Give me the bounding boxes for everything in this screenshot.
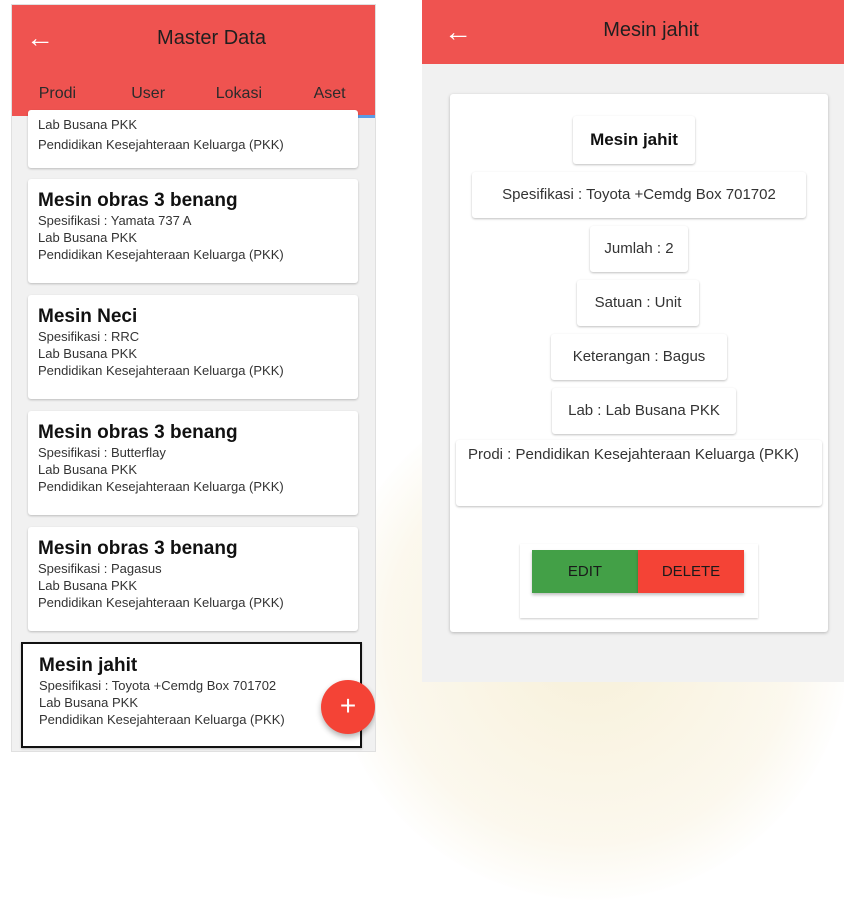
page-title: Mesin jahit — [603, 19, 699, 41]
item-prodi: Pendidikan Kesejahteraan Keluarga (PKK) — [38, 595, 284, 610]
list-item[interactable]: Lab Busana PKK Pendidikan Kesejahteraan … — [28, 110, 358, 168]
item-lab: Lab Busana PKK — [38, 578, 138, 593]
asset-jumlah: Jumlah : 2 — [590, 226, 688, 272]
asset-lab: Lab : Lab Busana PKK — [552, 388, 736, 434]
asset-name: Mesin jahit — [573, 116, 695, 164]
item-lab: Lab Busana PKK — [38, 462, 138, 477]
plus-icon: + — [339, 690, 357, 721]
edit-button[interactable]: EDIT — [532, 550, 638, 593]
asset-detail-screen: ← Mesin jahit Mesin jahit Spesifikasi : … — [422, 0, 844, 682]
item-prodi: Pendidikan Kesejahteraan Keluarga (PKK) — [38, 363, 284, 378]
item-prodi: Pendidikan Kesejahteraan Keluarga (PKK) — [38, 479, 284, 494]
asset-spec: Spesifikasi : Toyota +Cemdg Box 701702 — [472, 172, 806, 218]
item-spec: Spesifikasi : Toyota +Cemdg Box 701702 — [39, 678, 277, 693]
item-spec: Spesifikasi : RRC — [38, 329, 140, 344]
asset-keterangan: Keterangan : Bagus — [551, 334, 727, 380]
item-spec: Spesifikasi : Butterflay — [38, 445, 166, 460]
action-buttons: EDIT DELETE — [520, 544, 758, 618]
item-spec: Spesifikasi : Pagasus — [38, 561, 162, 576]
item-lab: Lab Busana PKK — [38, 346, 138, 361]
item-lab: Lab Busana PKK — [39, 695, 139, 710]
app-bar: ← Mesin jahit — [422, 0, 844, 64]
item-lab: Lab Busana PKK — [38, 230, 138, 245]
item-name: Mesin obras 3 benang — [38, 190, 238, 211]
app-bar: ← Master Data Prodi User Lokasi Aset — [12, 5, 375, 118]
list-item[interactable]: Mesin obras 3 benang Spesifikasi : Pagas… — [28, 527, 358, 631]
delete-button[interactable]: DELETE — [638, 550, 744, 593]
list-item[interactable]: Mesin obras 3 benang Spesifikasi : Yamat… — [28, 179, 358, 283]
master-data-screen: ← Master Data Prodi User Lokasi Aset Lab… — [12, 5, 375, 751]
item-prodi: Pendidikan Kesejahteraan Keluarga (PKK) — [38, 137, 284, 152]
item-prodi: Pendidikan Kesejahteraan Keluarga (PKK) — [39, 712, 285, 727]
item-name: Mesin jahit — [39, 655, 138, 676]
item-spec: Spesifikasi : Yamata 737 A — [38, 213, 192, 228]
item-name: Mesin obras 3 benang — [38, 422, 238, 443]
item-name: Mesin obras 3 benang — [38, 538, 238, 559]
list-item[interactable]: Mesin obras 3 benang Spesifikasi : Butte… — [28, 411, 358, 515]
list-item[interactable]: Mesin Neci Spesifikasi : RRC Lab Busana … — [28, 295, 358, 399]
item-name: Mesin Neci — [38, 306, 138, 327]
item-lab: Lab Busana PKK — [38, 117, 138, 132]
add-button[interactable]: + — [321, 680, 375, 734]
page-title: Master Data — [157, 27, 266, 49]
item-prodi: Pendidikan Kesejahteraan Keluarga (PKK) — [38, 247, 284, 262]
asset-prodi: Prodi : Pendidikan Kesejahteraan Keluarg… — [456, 440, 822, 506]
asset-satuan: Satuan : Unit — [577, 280, 699, 326]
list-item-selected[interactable]: Mesin jahit Spesifikasi : Toyota +Cemdg … — [21, 642, 362, 748]
